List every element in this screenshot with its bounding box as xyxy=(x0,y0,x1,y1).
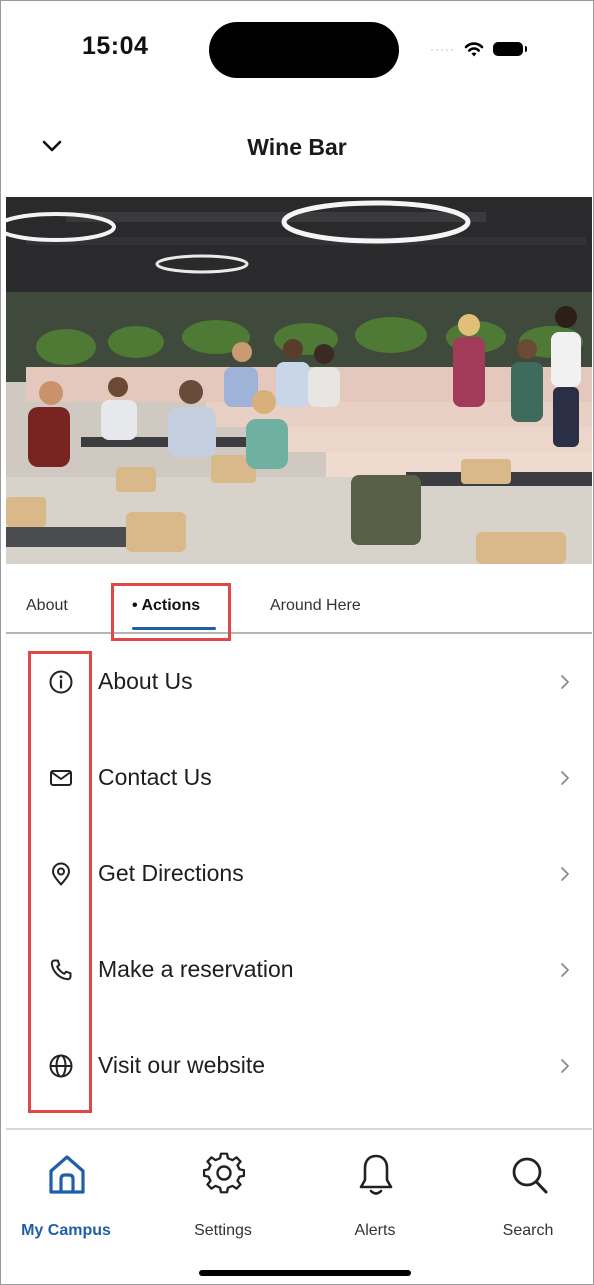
bottom-nav-divider xyxy=(6,1128,592,1130)
chevron-right-icon xyxy=(561,1059,569,1073)
dynamic-island xyxy=(209,22,399,78)
bell-icon xyxy=(359,1154,393,1195)
home-indicator[interactable] xyxy=(199,1270,411,1276)
nav-my-campus[interactable]: My Campus xyxy=(6,1150,126,1245)
action-label: Contact Us xyxy=(98,764,212,790)
chevron-right-icon xyxy=(561,963,569,977)
action-visit-website[interactable]: Visit our website xyxy=(6,1019,592,1115)
wifi-icon xyxy=(464,42,484,57)
action-get-directions[interactable]: Get Directions xyxy=(6,827,592,923)
tab-around-here[interactable]: Around Here xyxy=(270,597,361,615)
action-contact-us[interactable]: Contact Us xyxy=(6,731,592,827)
signal-icon: ····· xyxy=(430,42,455,56)
nav-label: Search xyxy=(502,1222,554,1239)
action-label: Make a reservation xyxy=(98,956,294,982)
chevron-right-icon xyxy=(561,675,569,689)
nav-label: Settings xyxy=(194,1222,252,1239)
chevron-right-icon xyxy=(561,771,569,785)
nav-label: My Campus xyxy=(21,1222,111,1239)
nav-alerts[interactable]: Alerts xyxy=(315,1150,435,1245)
highlight-box-action-icons xyxy=(28,651,92,1113)
tab-bar: About • Actions Around Here xyxy=(6,585,592,633)
tabs-divider xyxy=(6,632,592,634)
action-make-reservation[interactable]: Make a reservation xyxy=(6,923,592,1019)
chevron-right-icon xyxy=(561,867,569,881)
status-icons: ····· xyxy=(430,36,527,62)
home-icon xyxy=(49,1155,85,1194)
action-label: Get Directions xyxy=(98,860,244,886)
action-about-us[interactable]: About Us xyxy=(6,635,592,731)
hero-image xyxy=(6,197,592,564)
highlight-box-actions-tab xyxy=(111,583,231,641)
battery-icon xyxy=(492,42,527,56)
gear-icon xyxy=(203,1152,245,1194)
status-time: 15:04 xyxy=(82,32,149,60)
nav-search[interactable]: Search xyxy=(468,1150,588,1245)
search-icon xyxy=(512,1157,548,1194)
nav-label: Alerts xyxy=(354,1222,396,1239)
nav-settings[interactable]: Settings xyxy=(163,1150,283,1245)
page-title: Wine Bar xyxy=(247,134,347,160)
action-label: Visit our website xyxy=(98,1052,266,1078)
tab-about[interactable]: About xyxy=(26,597,68,615)
action-label: About Us xyxy=(98,668,193,694)
